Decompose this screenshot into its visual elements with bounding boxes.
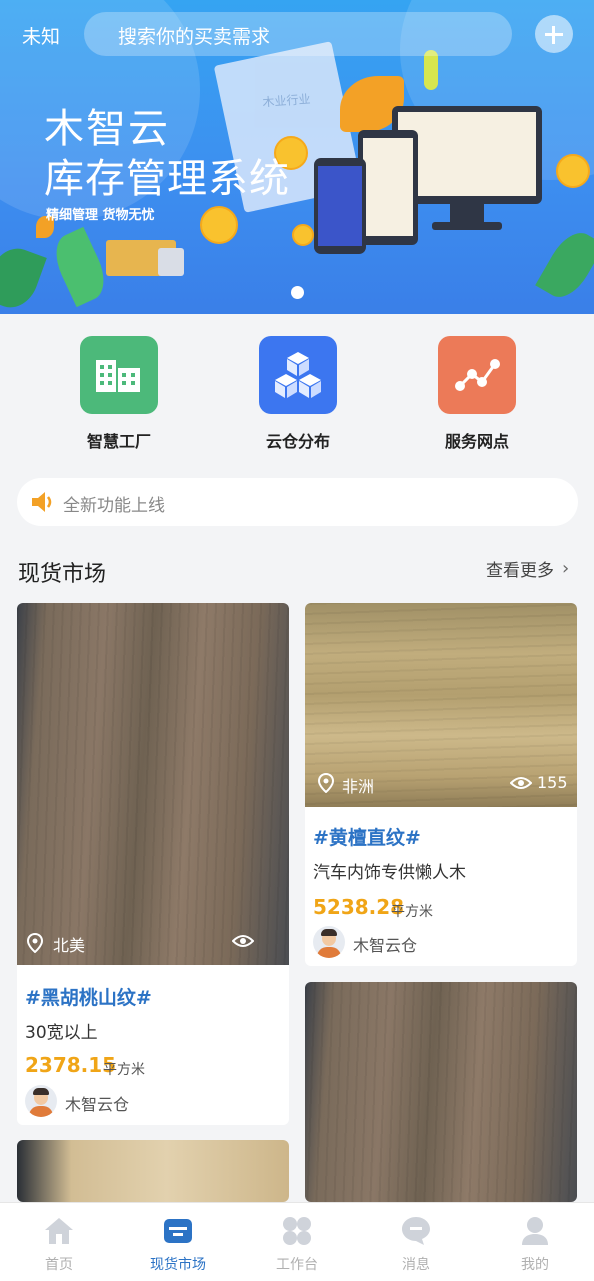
quick-entry-service-points[interactable]: 服务网点	[417, 336, 537, 452]
tab-home[interactable]: 首页	[0, 1203, 118, 1281]
avatar	[313, 926, 345, 958]
coin-decoration	[200, 206, 238, 244]
tab-label: 消息	[402, 1257, 430, 1273]
banner-title-line2: 库存管理系统	[44, 156, 290, 202]
cubes-icon	[259, 336, 337, 414]
price-unit: 平方米	[391, 904, 433, 920]
coin-decoration	[556, 154, 590, 188]
quick-entry-label: 智慧工厂	[86, 432, 151, 451]
speaker-icon	[29, 490, 57, 518]
tab-label: 我的	[521, 1257, 549, 1273]
product-image	[17, 603, 289, 965]
view-count: 155	[537, 773, 568, 792]
product-tag: #黄檀直纹#	[313, 827, 421, 849]
location-selector[interactable]: 未知	[22, 22, 60, 49]
section-title: 现货市场	[18, 562, 107, 587]
avatar	[25, 1085, 57, 1117]
bottom-tab-bar: 首页 现货市场 工作台 消息 我的	[0, 1202, 594, 1281]
view-more-link[interactable]: 查看更多	[486, 556, 554, 581]
product-image	[305, 982, 577, 1202]
tab-label: 工作台	[276, 1257, 318, 1273]
home-icon	[43, 1215, 75, 1247]
announcement-text: 全新功能上线	[63, 496, 165, 516]
search-input[interactable]: 搜索你的买卖需求	[84, 12, 512, 56]
product-card[interactable]	[17, 1140, 289, 1202]
tab-market[interactable]: 现货市场	[119, 1203, 237, 1281]
tab-label: 现货市场	[150, 1257, 206, 1273]
product-image	[17, 1140, 289, 1202]
leaf-decoration	[47, 226, 113, 308]
search-placeholder: 搜索你的买卖需求	[118, 26, 271, 48]
banner-pagination-dot[interactable]	[291, 286, 304, 299]
product-card[interactable]	[305, 982, 577, 1202]
quick-entry-cloud-warehouse[interactable]: 云仓分布	[238, 336, 358, 452]
factory-icon	[80, 336, 158, 414]
product-tag: #黑胡桃山纹#	[25, 987, 152, 1009]
user-icon	[519, 1215, 551, 1247]
product-description: 汽车内饰专供懒人木	[313, 863, 466, 883]
chevron-right-icon[interactable]: ›	[562, 558, 569, 579]
seller-name: 木智云仓	[353, 936, 418, 955]
quick-entry-label: 云仓分布	[265, 432, 330, 451]
eye-icon	[231, 933, 255, 953]
location-pin-icon	[26, 932, 44, 957]
leaf-decoration	[535, 224, 594, 306]
quick-entry-section: 智慧工厂 云仓分布 服务网点	[0, 314, 594, 469]
market-icon	[162, 1215, 194, 1247]
message-icon	[400, 1215, 432, 1247]
tab-workbench[interactable]: 工作台	[238, 1203, 356, 1281]
coin-decoration	[292, 224, 314, 246]
product-card[interactable]: 非洲 155 #黄檀直纹# 汽车内饰专供懒人木 5238.28 平方米 木智云仓	[305, 603, 577, 966]
product-location: 北美	[53, 936, 86, 955]
promo-banner[interactable]: 木业行业 木智云 库存管理系统 精细管理 货物无忧 未知 搜索你的买卖需求	[0, 0, 594, 314]
tab-label: 首页	[45, 1257, 73, 1273]
plant-decoration	[424, 50, 438, 90]
network-nodes-icon	[438, 336, 516, 414]
leaf-decoration	[0, 241, 47, 314]
plus-icon[interactable]	[535, 15, 573, 53]
quick-entry-label: 服务网点	[444, 432, 509, 451]
tab-profile[interactable]: 我的	[476, 1203, 594, 1281]
eye-icon	[509, 775, 533, 795]
grid-icon	[281, 1215, 313, 1247]
banner-subtitle: 精细管理 货物无忧	[46, 208, 155, 223]
tablet-illustration	[358, 130, 418, 245]
location-pin-icon	[317, 772, 335, 797]
product-location: 非洲	[342, 777, 375, 796]
seller-name: 木智云仓	[65, 1095, 130, 1114]
quick-entry-smart-factory[interactable]: 智慧工厂	[59, 336, 179, 452]
product-card[interactable]: 北美 #黑胡桃山纹# 30宽以上 2378.15 平方米 木智云仓	[17, 603, 289, 1125]
phone-illustration	[314, 158, 366, 254]
truck-illustration	[106, 240, 184, 276]
announcement-bar[interactable]: 全新功能上线	[17, 478, 578, 526]
price-unit: 平方米	[103, 1062, 145, 1078]
product-description: 30宽以上	[25, 1023, 98, 1043]
tab-messages[interactable]: 消息	[357, 1203, 475, 1281]
